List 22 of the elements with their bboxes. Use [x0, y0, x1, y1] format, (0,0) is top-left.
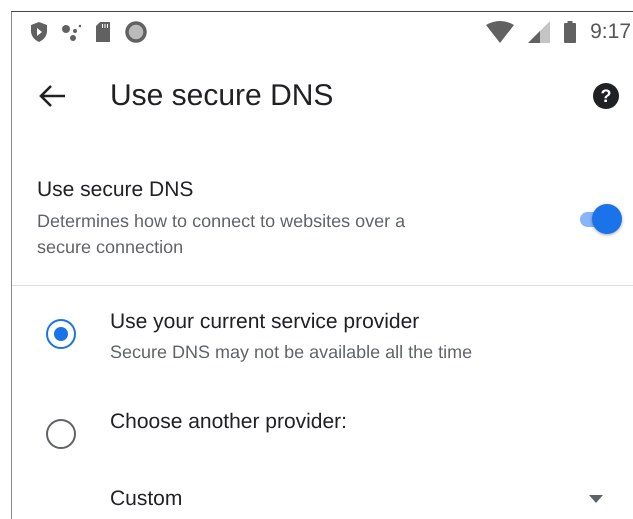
provider-dropdown[interactable]: Custom: [110, 481, 603, 517]
circle-icon: [125, 21, 147, 43]
sd-card-icon: [95, 22, 111, 42]
radio-button[interactable]: [46, 319, 76, 349]
setting-summary: Determines how to connect to websites over a secure connection: [37, 210, 406, 259]
signal-icon: [528, 21, 550, 43]
back-arrow-icon: [38, 84, 66, 108]
dropdown-caret-icon: [589, 495, 603, 503]
battery-icon: [564, 21, 576, 43]
option-description: Secure DNS may not be available all the time: [110, 342, 472, 363]
status-time: 9:17: [590, 20, 631, 44]
shield-play-icon: [31, 22, 47, 42]
setting-title: Use secure DNS: [37, 178, 194, 202]
option-label: Use your current service provider: [110, 310, 420, 334]
help-button[interactable]: ?: [593, 83, 619, 109]
dots-icon: [61, 22, 81, 42]
toolbar-title: Use secure DNS: [110, 79, 334, 113]
back-button[interactable]: [38, 84, 66, 108]
radio-button[interactable]: [46, 419, 76, 449]
option-label: Choose another provider:: [110, 410, 347, 434]
toggle-switch[interactable]: [578, 203, 622, 235]
wifi-icon: [486, 21, 514, 43]
